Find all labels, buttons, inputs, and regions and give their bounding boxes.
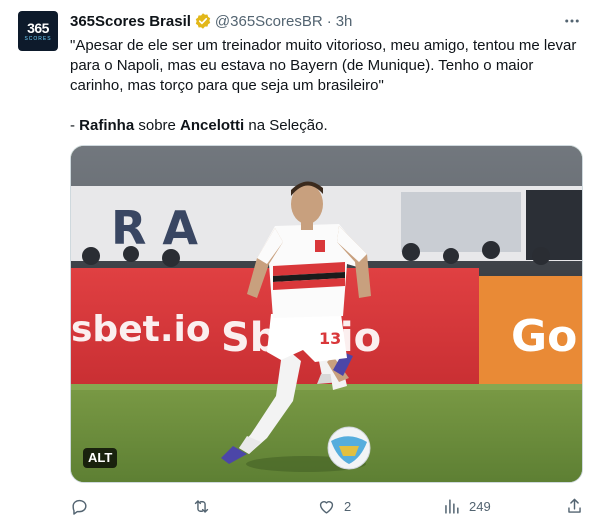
soccer-ball <box>327 426 371 470</box>
avatar-logo-text: 365 <box>27 19 49 36</box>
player-photo: R A sbet.io Sbet.io Go <box>71 146 582 482</box>
shorts-number: 13 <box>319 329 341 348</box>
user-handle[interactable]: @365ScoresBR <box>215 13 323 30</box>
share-button[interactable] <box>565 494 584 518</box>
svg-text:R A: R A <box>111 201 198 255</box>
attribution-dash: - <box>70 117 80 134</box>
retweet-icon <box>194 499 209 513</box>
views-count: 249 <box>469 498 491 514</box>
tweet-header: 365Scores Brasil @365ScoresBR · 3h <box>70 11 352 31</box>
ad-board-text-left: sbet.io <box>71 309 211 350</box>
ad-board-text-far-right: Go <box>511 311 577 362</box>
heart-icon <box>319 500 334 514</box>
avatar-logo-subtext: SCORES <box>24 35 52 42</box>
tweet-card[interactable]: 365 SCORES 365Scores Brasil @365ScoresBR… <box>0 0 597 526</box>
like-button[interactable]: 2 <box>317 494 351 518</box>
share-icon <box>568 498 581 513</box>
alt-text-badge[interactable]: ALT <box>83 448 118 468</box>
views-chart-icon <box>445 498 459 514</box>
like-count: 2 <box>344 498 352 514</box>
header-separator: · <box>326 12 332 30</box>
avatar[interactable]: 365 SCORES <box>18 11 58 51</box>
tweet-attribution: - Rafinha sobre Ancelotti na Seleção. <box>70 116 585 136</box>
reply-icon <box>72 499 87 515</box>
timestamp[interactable]: 3h <box>336 13 353 30</box>
attribution-end: na Seleção. <box>244 117 328 134</box>
coach-name: Ancelotti <box>180 117 245 134</box>
display-name[interactable]: 365Scores Brasil <box>70 13 191 30</box>
tweet-text: "Apesar de ele ser um treinador muito vi… <box>70 36 585 136</box>
tweet-quote: "Apesar de ele ser um treinador muito vi… <box>70 37 577 94</box>
tweet-actions: 2 249 <box>70 494 585 518</box>
retweet-button[interactable] <box>192 494 219 518</box>
more-options-icon[interactable] <box>561 10 583 32</box>
attribution-mid: sobre <box>134 117 181 134</box>
tweet-media-photo[interactable]: R A sbet.io Sbet.io Go <box>70 145 583 483</box>
views-button[interactable]: 249 <box>442 494 491 518</box>
verified-badge-icon[interactable] <box>194 12 212 30</box>
reply-button[interactable] <box>70 494 97 518</box>
player-name: Rafinha <box>79 117 135 134</box>
